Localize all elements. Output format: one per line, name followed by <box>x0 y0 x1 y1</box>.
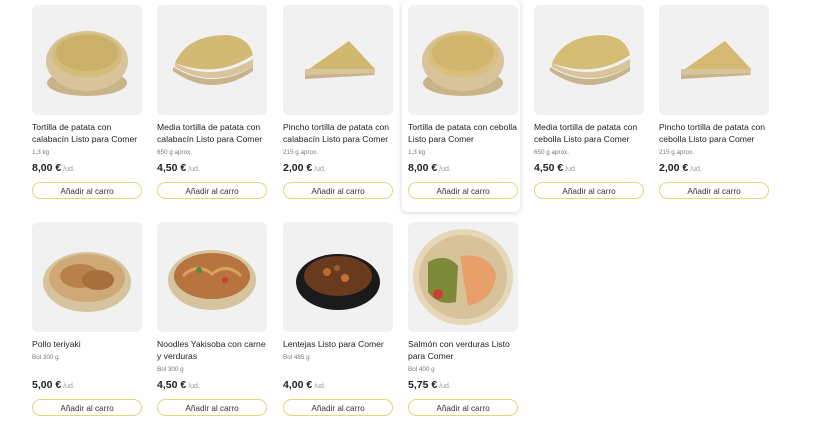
product-unit: /ud. <box>314 166 326 173</box>
product-weight: Bol 300 g <box>32 354 59 361</box>
product-card[interactable]: Salmón con verduras Listo para Comer Bol… <box>402 217 520 429</box>
product-price: 4,50 € <box>534 162 564 174</box>
product-image[interactable] <box>283 5 393 115</box>
product-name[interactable]: Pincho tortilla de patata con calabacín … <box>283 121 395 145</box>
product-weight: 215 g aprox. <box>659 149 695 156</box>
product-weight: Bol 485 g <box>283 354 310 361</box>
product-price: 8,00 € <box>408 162 438 174</box>
product-image[interactable] <box>283 222 393 332</box>
product-card[interactable]: Media tortilla de patata con cebolla Lis… <box>528 0 646 212</box>
product-price-line: 8,00 €/ud. <box>408 162 451 174</box>
product-unit: /ud. <box>565 166 577 173</box>
product-price: 5,00 € <box>32 379 62 391</box>
product-name[interactable]: Pollo teriyaki <box>32 338 144 350</box>
add-to-cart-button[interactable]: Añadir al carro <box>157 182 267 199</box>
product-price-line: 4,50 €/ud. <box>157 379 200 391</box>
product-unit: /ud. <box>188 383 200 390</box>
product-name[interactable]: Media tortilla de patata con cebolla Lis… <box>534 121 646 145</box>
product-price-line: 4,50 €/ud. <box>157 162 200 174</box>
product-price: 2,00 € <box>283 162 313 174</box>
product-image[interactable] <box>408 222 518 332</box>
product-weight: Bol 400 g <box>408 366 435 373</box>
product-price-line: 5,00 €/ud. <box>32 379 75 391</box>
product-weight: 1,3 kg <box>32 149 50 156</box>
product-name[interactable]: Lentejas Listo para Comer <box>283 338 395 350</box>
product-unit: /ud. <box>188 166 200 173</box>
product-image[interactable] <box>32 222 142 332</box>
product-name[interactable]: Tortilla de patata con calabacín Listo p… <box>32 121 144 145</box>
product-name[interactable]: Tortilla de patata con cebolla Listo par… <box>408 121 520 145</box>
product-image[interactable] <box>408 5 518 115</box>
product-price-line: 8,00 €/ud. <box>32 162 75 174</box>
product-name[interactable]: Media tortilla de patata con calabacín L… <box>157 121 269 145</box>
product-price-line: 2,00 €/ud. <box>283 162 326 174</box>
product-price-line: 4,00 €/ud. <box>283 379 326 391</box>
add-to-cart-button[interactable]: Añadir al carro <box>32 182 142 199</box>
product-price: 5,75 € <box>408 379 438 391</box>
product-card[interactable]: Pincho tortilla de patata con cebolla Li… <box>653 0 771 212</box>
product-card[interactable]: Noodles Yakisoba con carne y verduras Bo… <box>151 217 269 429</box>
product-price-line: 5,75 €/ud. <box>408 379 451 391</box>
product-unit: /ud. <box>439 383 451 390</box>
product-weight: 215 g aprox. <box>283 149 319 156</box>
product-image[interactable] <box>534 5 644 115</box>
product-card[interactable]: Lentejas Listo para Comer Bol 485 g 4,00… <box>277 217 395 429</box>
product-weight: Bol 300 g <box>157 366 184 373</box>
product-name[interactable]: Salmón con verduras Listo para Comer <box>408 338 520 362</box>
product-unit: /ud. <box>690 166 702 173</box>
add-to-cart-button[interactable]: Añadir al carro <box>659 182 769 199</box>
product-card[interactable]: Tortilla de patata con calabacín Listo p… <box>26 0 144 212</box>
product-weight: 1,3 kg <box>408 149 426 156</box>
product-price-line: 2,00 €/ud. <box>659 162 702 174</box>
product-card[interactable]: Tortilla de patata con cebolla Listo par… <box>402 0 520 212</box>
product-unit: /ud. <box>439 166 451 173</box>
product-price: 4,50 € <box>157 379 187 391</box>
product-image[interactable] <box>659 5 769 115</box>
product-name[interactable]: Noodles Yakisoba con carne y verduras <box>157 338 269 362</box>
product-card[interactable]: Media tortilla de patata con calabacín L… <box>151 0 269 212</box>
product-unit: /ud. <box>63 383 75 390</box>
add-to-cart-button[interactable]: Añadir al carro <box>534 182 644 199</box>
product-weight: 650 g aprox. <box>157 149 193 156</box>
add-to-cart-button[interactable]: Añadir al carro <box>408 399 518 416</box>
product-image[interactable] <box>157 5 267 115</box>
product-weight: 650 g aprox. <box>534 149 570 156</box>
product-card[interactable]: Pollo teriyaki Bol 300 g 5,00 €/ud. Añad… <box>26 217 144 429</box>
product-unit: /ud. <box>314 383 326 390</box>
product-price: 4,00 € <box>283 379 313 391</box>
product-unit: /ud. <box>63 166 75 173</box>
product-price: 4,50 € <box>157 162 187 174</box>
add-to-cart-button[interactable]: Añadir al carro <box>32 399 142 416</box>
add-to-cart-button[interactable]: Añadir al carro <box>157 399 267 416</box>
product-price: 2,00 € <box>659 162 689 174</box>
add-to-cart-button[interactable]: Añadir al carro <box>283 399 393 416</box>
product-price-line: 4,50 €/ud. <box>534 162 577 174</box>
product-card[interactable]: Pincho tortilla de patata con calabacín … <box>277 0 395 212</box>
add-to-cart-button[interactable]: Añadir al carro <box>408 182 518 199</box>
product-name[interactable]: Pincho tortilla de patata con cebolla Li… <box>659 121 771 145</box>
product-image[interactable] <box>32 5 142 115</box>
add-to-cart-button[interactable]: Añadir al carro <box>283 182 393 199</box>
product-image[interactable] <box>157 222 267 332</box>
product-price: 8,00 € <box>32 162 62 174</box>
